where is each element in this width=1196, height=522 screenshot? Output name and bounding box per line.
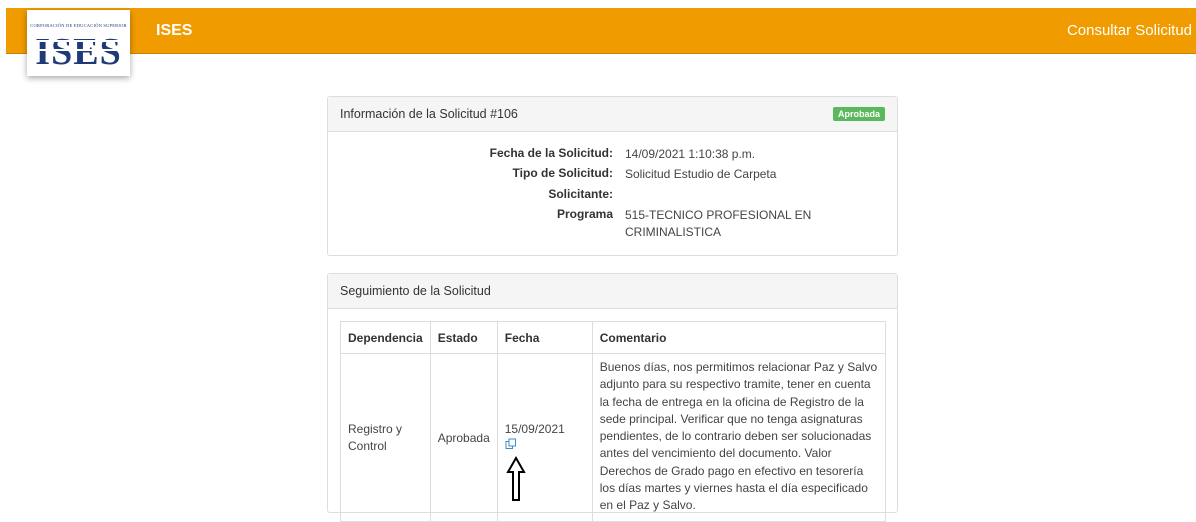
logo-wordmark: ISES [30, 31, 127, 70]
table-header-row: Dependencia Estado Fecha Comentario [340, 321, 887, 354]
app-title[interactable]: ISES [156, 8, 192, 53]
request-info-title: Información de la Solicitud #106 [340, 107, 518, 121]
field-label: Tipo de Solicitud: [512, 166, 613, 180]
request-info-header: Información de la Solicitud #106 Aprobad… [328, 97, 897, 132]
ises-logo[interactable]: CORPORACIÓN DE EDUCACIÓN SUPERIOR ISES [27, 10, 130, 76]
top-navbar: ISES Consultar Solicitud [6, 8, 1196, 54]
status-badge: Aprobada [832, 107, 885, 121]
cell-comentario: Buenos días, nos permitimos relacionar P… [591, 353, 887, 522]
up-arrow-icon [506, 456, 526, 501]
field-value: Solicitud Estudio de Carpeta [625, 167, 777, 181]
field-label: Fecha de la Solicitud: [489, 146, 613, 160]
tracking-panel: Seguimiento de la Solicitud Dependencia … [327, 273, 898, 522]
table-row: Registro y Control Aprobada 15/09/2021 B… [340, 353, 887, 522]
fecha-value: 15/09/2021 [504, 422, 565, 436]
field-label: Programa [556, 207, 613, 221]
tracking-title: Seguimiento de la Solicitud [340, 284, 491, 298]
cell-dependencia: Registro y Control [340, 353, 431, 522]
col-estado: Estado [429, 321, 498, 354]
consultar-solicitud-link[interactable]: Consultar Solicitud [1067, 8, 1192, 53]
tracking-table: Dependencia Estado Fecha Comentario Regi… [340, 321, 887, 522]
copy-document-icon[interactable] [505, 438, 585, 453]
col-comentario: Comentario [591, 321, 887, 354]
request-info-panel: Información de la Solicitud #106 Aprobad… [327, 96, 898, 256]
field-value: 14/09/2021 1:10:38 p.m. [625, 147, 756, 161]
col-fecha: Fecha [496, 321, 593, 354]
field-label: Solicitante: [548, 187, 613, 201]
field-value: 515-TECNICO PROFESIONAL EN CRIMINALISTIC… [625, 208, 812, 239]
tracking-header: Seguimiento de la Solicitud [328, 274, 897, 309]
col-dependencia: Dependencia [340, 321, 431, 354]
cell-estado: Aprobada [429, 353, 498, 522]
